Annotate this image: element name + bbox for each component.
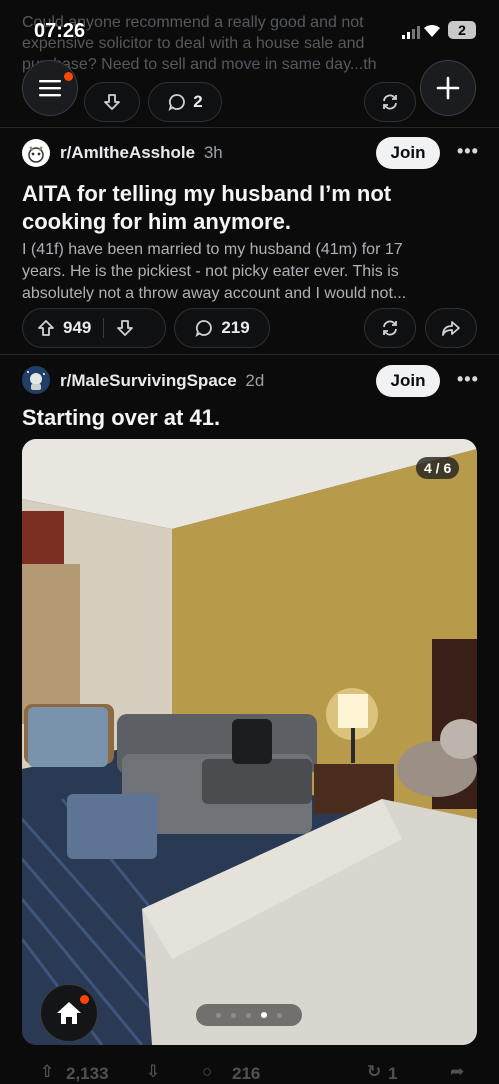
comments-button[interactable]: 219 bbox=[174, 308, 270, 348]
vote-count: 949 bbox=[63, 318, 92, 337]
post-title[interactable]: Starting over at 41. bbox=[22, 405, 220, 431]
prev-comments-button[interactable]: 2 bbox=[148, 82, 222, 122]
post2-downvote-icon[interactable]: ⇩ bbox=[146, 1062, 160, 1082]
more-options-icon[interactable]: ••• bbox=[457, 141, 479, 162]
crosspost-button[interactable] bbox=[364, 308, 416, 348]
crosspost-icon bbox=[383, 320, 397, 336]
post2-upvote-icon[interactable]: ⇧ bbox=[40, 1062, 54, 1082]
status-time: 07:26 bbox=[34, 20, 86, 42]
post-body-line1: I (41f) have been married to my husband … bbox=[22, 241, 403, 258]
post-age: 2d bbox=[245, 371, 265, 390]
carousel-dots[interactable] bbox=[196, 1004, 302, 1026]
prev-crosspost-button[interactable] bbox=[364, 82, 416, 122]
post-title-line1: AITA for telling my husband I’m not bbox=[22, 181, 392, 206]
post-body-line3: absolutely not a throw away account and … bbox=[22, 285, 407, 302]
subreddit-name-text: r/AmItheAsshole bbox=[60, 143, 196, 162]
menu-button[interactable] bbox=[22, 60, 78, 116]
subreddit-name[interactable]: r/MaleSurvivingSpace 2d bbox=[60, 371, 264, 391]
post2-comment-count: 216 bbox=[232, 1064, 261, 1083]
subreddit-avatar-malesurvivingspace[interactable] bbox=[22, 366, 50, 394]
prev-comment-count: 2 bbox=[193, 92, 203, 111]
feed-divider bbox=[0, 127, 499, 128]
vote-bar: 949 bbox=[22, 308, 166, 348]
comment-icon bbox=[195, 320, 213, 338]
prev-downvote-button[interactable] bbox=[84, 82, 140, 122]
join-button[interactable]: Join bbox=[376, 137, 440, 169]
upvote-icon[interactable] bbox=[37, 319, 55, 337]
post-image[interactable]: 4 / 6 bbox=[22, 439, 477, 1045]
post-body-preview[interactable]: I (41f) have been married to my husband … bbox=[22, 239, 492, 305]
image-counter: 4 / 6 bbox=[416, 457, 460, 479]
home-notification-dot bbox=[80, 995, 89, 1004]
carousel-dot bbox=[246, 1012, 251, 1018]
subreddit-name-text: r/MaleSurvivingSpace bbox=[60, 371, 237, 390]
post-title-line2: cooking for him anymore. bbox=[22, 209, 291, 234]
feed-divider bbox=[0, 354, 499, 355]
prev-post-snippet-line3: purchase? Need to sell and move in same … bbox=[22, 56, 377, 73]
comment-icon bbox=[168, 94, 186, 112]
wifi-icon bbox=[422, 22, 442, 38]
comment-count: 219 bbox=[221, 318, 250, 337]
downvote-icon bbox=[104, 94, 120, 110]
post-age: 3h bbox=[203, 143, 223, 162]
post2-action-row: ⇧ 2,133 ⇩ ○ 216 ↻ 1 ➦ bbox=[22, 1060, 482, 1083]
post2-vote-count: 2,133 bbox=[66, 1064, 109, 1083]
downvote-icon[interactable] bbox=[116, 319, 134, 337]
create-post-button[interactable] bbox=[420, 60, 476, 116]
post2-share-count: 1 bbox=[388, 1064, 398, 1083]
signal-icon bbox=[402, 25, 420, 39]
post2-share-icon[interactable]: ➦ bbox=[450, 1062, 464, 1082]
more-options-icon[interactable]: ••• bbox=[457, 369, 479, 390]
join-button[interactable]: Join bbox=[376, 365, 440, 397]
post-title[interactable]: AITA for telling my husband I’m not cook… bbox=[22, 180, 482, 236]
subreddit-avatar-aita[interactable] bbox=[22, 139, 50, 167]
battery-indicator: 2 bbox=[448, 21, 476, 39]
crosspost-icon bbox=[383, 94, 397, 110]
home-icon bbox=[57, 1002, 81, 1024]
hotel-room-photo bbox=[22, 439, 477, 1045]
prev-post-snippet[interactable]: Could anyone recommend a really good and… bbox=[22, 12, 482, 75]
home-button[interactable] bbox=[40, 984, 98, 1042]
subreddit-name[interactable]: r/AmItheAsshole 3h bbox=[60, 143, 223, 163]
hamburger-icon bbox=[39, 80, 61, 97]
menu-notification-dot bbox=[64, 72, 73, 81]
carousel-dot-active bbox=[261, 1012, 267, 1018]
carousel-dot bbox=[216, 1012, 221, 1018]
post2-crosspost-icon[interactable]: ↻ bbox=[367, 1062, 381, 1082]
post-body-line2: years. He is the pickiest - not picky ea… bbox=[22, 263, 399, 280]
plus-icon bbox=[436, 76, 460, 100]
vote-separator bbox=[103, 318, 105, 338]
carousel-dot bbox=[231, 1012, 236, 1018]
carousel-dot bbox=[277, 1012, 282, 1018]
post2-comment-icon[interactable]: ○ bbox=[202, 1062, 212, 1082]
share-icon bbox=[442, 321, 460, 336]
share-button[interactable] bbox=[425, 308, 477, 348]
